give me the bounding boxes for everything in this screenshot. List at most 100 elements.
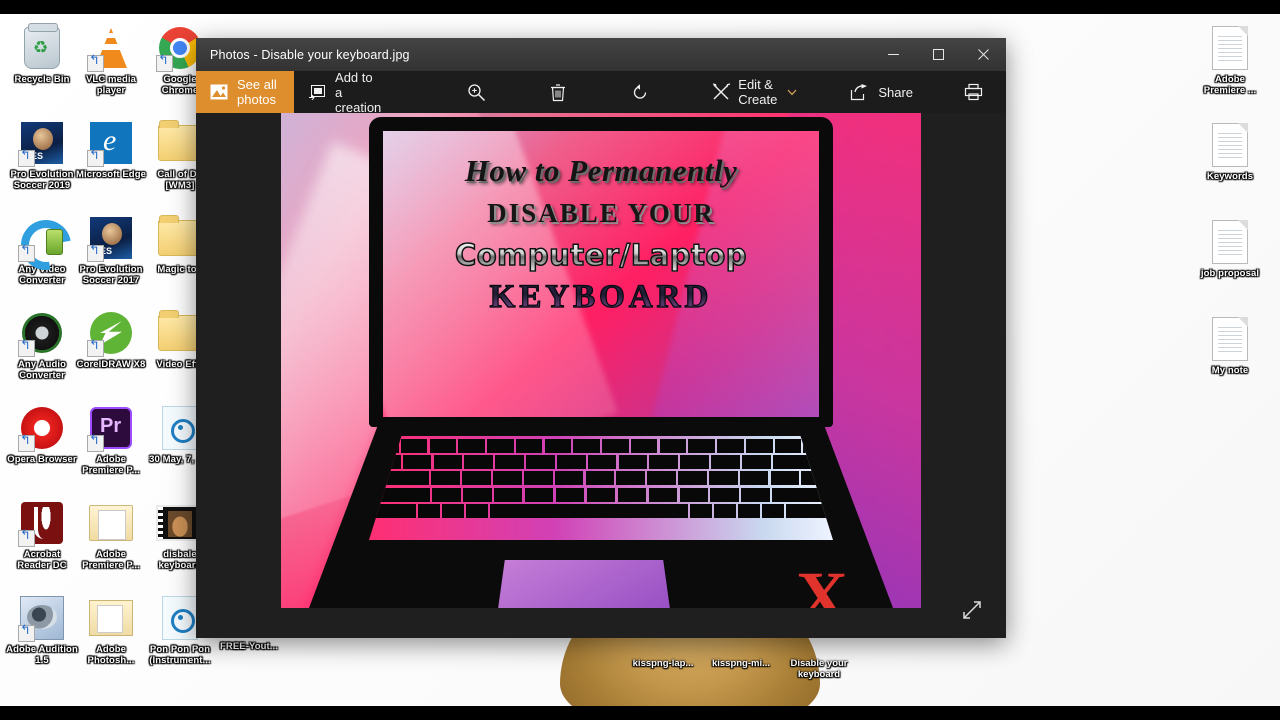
desktop-icon-pes-2019[interactable]: Pro Evolution Soccer 2019 [8, 119, 76, 214]
desktop-icon-microsoft-edge[interactable]: Microsoft Edge [75, 119, 146, 214]
icon-label: Any Audio Converter [17, 359, 67, 381]
icon-label: Pon Pon Pon (Instrument... [149, 644, 211, 666]
adobe-premiere-pro-icon [87, 404, 135, 452]
desktop-icon-my-note-doc[interactable]: My note [1196, 315, 1264, 412]
add-to-creation-label: Add to a creation [335, 69, 382, 115]
icon-label: My note [1211, 365, 1249, 376]
acrobat-reader-icon [18, 499, 66, 547]
desktop-icon-any-video-converter[interactable]: Any Video Converter [8, 214, 76, 309]
icon-label: Keywords [1206, 171, 1254, 182]
desktop-icon-keywords-doc[interactable]: Keywords [1196, 121, 1264, 218]
desktop-icon-opera-browser[interactable]: Opera Browser [7, 404, 77, 499]
zoom-button[interactable] [452, 71, 500, 113]
icon-label[interactable]: Disable your keyboard [786, 658, 852, 680]
desktop-icon-column-1: Recycle Bin Pro Evolution Soccer 2019 An… [6, 23, 78, 689]
pes-2019-icon [18, 119, 66, 167]
red-x-mark: X [796, 557, 848, 608]
desktop-icon-job-proposal-doc[interactable]: job proposal [1196, 218, 1264, 315]
photo-headline-block: How to Permanently DISABLE YOUR Computer… [383, 153, 819, 316]
any-audio-converter-icon [18, 309, 66, 357]
laptop-screen-graphic: How to Permanently DISABLE YOUR Computer… [369, 117, 833, 427]
desktop-icon-free-yout[interactable]: FREE-Yout... [215, 639, 283, 652]
laptop-base-graphic: X [309, 422, 893, 608]
window-title: Photos - Disable your keyboard.jpg [210, 47, 410, 62]
text-document-icon [1206, 315, 1254, 363]
keyboard-row [372, 487, 830, 502]
coreldraw-icon [87, 309, 135, 357]
maximize-button[interactable] [916, 38, 961, 71]
icon-label: Pro Evolution Soccer 2017 [79, 264, 143, 286]
letterbox-top [0, 0, 1280, 14]
edit-create-icon [712, 82, 731, 102]
desktop-icon-pes-2017[interactable]: Pro Evolution Soccer 2017 [77, 214, 145, 309]
see-all-photos-label: See all photos [237, 77, 277, 107]
add-to-creation-button[interactable]: Add to a creation [294, 69, 397, 115]
icon-label: Adobe Premiere ... [1203, 74, 1257, 96]
edit-and-create-button[interactable]: Edit & Create [698, 71, 811, 113]
recycle-bin-icon [18, 23, 66, 72]
expand-fullscreen-button[interactable] [958, 596, 986, 624]
text-document-icon [1206, 121, 1254, 169]
share-button[interactable]: Share [835, 71, 927, 113]
icon-label: Adobe Premiere P... [82, 454, 140, 476]
desktop-icon-adobe-premiere-folder[interactable]: Adobe Premiere P... [77, 499, 145, 594]
desktop-icon-column-right: Adobe Premiere ... Keywords job proposal… [1196, 24, 1264, 412]
any-video-converter-icon [18, 214, 66, 262]
photo-headline-line-2: DISABLE YOUR [487, 198, 715, 228]
desktop-icon-adobe-audition[interactable]: Adobe Audition 1.5 [6, 594, 78, 689]
rotate-button[interactable] [616, 71, 664, 113]
photos-window[interactable]: Photos - Disable your keyboard.jpg See a… [196, 38, 1006, 638]
letterbox-bottom [0, 706, 1280, 720]
icon-label: Adobe Premiere P... [82, 549, 140, 571]
icon-label: job proposal [1200, 268, 1260, 279]
icon-label: Adobe Photosh... [87, 644, 135, 666]
keyboard-row [371, 455, 831, 470]
add-to-creation-icon [308, 82, 326, 102]
icon-label: Adobe Audition 1.5 [6, 644, 78, 666]
laptop-screen-inner: How to Permanently DISABLE YOUR Computer… [383, 131, 819, 417]
share-icon [849, 82, 869, 102]
photo-headline-line-4: KEYBOARD [393, 278, 809, 316]
edit-create-label: Edit & Create [738, 77, 778, 107]
zoom-icon [466, 82, 486, 102]
desktop-icon-any-audio-converter[interactable]: Any Audio Converter [8, 309, 76, 404]
desktop-icon-adobe-premiere-doc[interactable]: Adobe Premiere ... [1196, 24, 1264, 121]
desktop-icon-coreldraw[interactable]: CorelDRAW X8 [77, 309, 145, 404]
printer-icon [963, 82, 983, 102]
vlc-media-player-icon [87, 24, 135, 72]
folder-icon [87, 594, 135, 642]
desktop-icon-column-2: VLC media player Microsoft Edge Pro Evol… [75, 24, 146, 689]
desktop-icon-acrobat-reader[interactable]: Acrobat Reader DC [8, 499, 76, 594]
adobe-audition-icon [18, 594, 66, 642]
photo-headline-line-3: Computer/Laptop [393, 237, 809, 273]
icon-label: Recycle Bin [14, 74, 70, 85]
minimize-button[interactable] [871, 38, 916, 71]
icon-label: FREE-Yout... [219, 641, 279, 652]
photo-image[interactable]: How to Permanently DISABLE YOUR Computer… [281, 113, 921, 608]
icon-label: Pro Evolution Soccer 2019 [10, 169, 74, 191]
desktop-bottom-icon-labels: kisspng-lap... kisspng-mi... Disable you… [630, 658, 852, 680]
opera-browser-icon [18, 404, 66, 452]
icon-label[interactable]: kisspng-lap... [630, 658, 696, 680]
keyboard-row [371, 503, 831, 518]
text-document-icon [1206, 218, 1254, 266]
microsoft-edge-icon [87, 119, 135, 167]
desktop-icon-vlc[interactable]: VLC media player [77, 24, 145, 119]
photo-viewer-area[interactable]: How to Permanently DISABLE YOUR Computer… [196, 113, 1006, 638]
desktop-icon-adobe-premiere-pro[interactable]: Adobe Premiere P... [77, 404, 145, 499]
close-button[interactable] [961, 38, 1006, 71]
chevron-down-icon[interactable] [787, 82, 797, 102]
desktop-icon-adobe-photoshop-folder[interactable]: Adobe Photosh... [77, 594, 145, 689]
window-titlebar[interactable]: Photos - Disable your keyboard.jpg [196, 38, 1006, 71]
text-document-icon [1206, 24, 1254, 72]
icon-label: Microsoft Edge [75, 169, 146, 180]
trash-icon [548, 82, 568, 102]
photo-headline-line-1: How to Permanently [464, 153, 738, 188]
see-all-photos-button[interactable]: See all photos [196, 71, 295, 113]
icon-label: Acrobat Reader DC [17, 549, 67, 571]
delete-button[interactable] [534, 71, 582, 113]
pes-2017-icon [87, 214, 135, 262]
desktop-icon-recycle-bin[interactable]: Recycle Bin [8, 23, 76, 119]
icon-label[interactable]: kisspng-mi... [708, 658, 774, 680]
print-button[interactable] [949, 71, 997, 113]
